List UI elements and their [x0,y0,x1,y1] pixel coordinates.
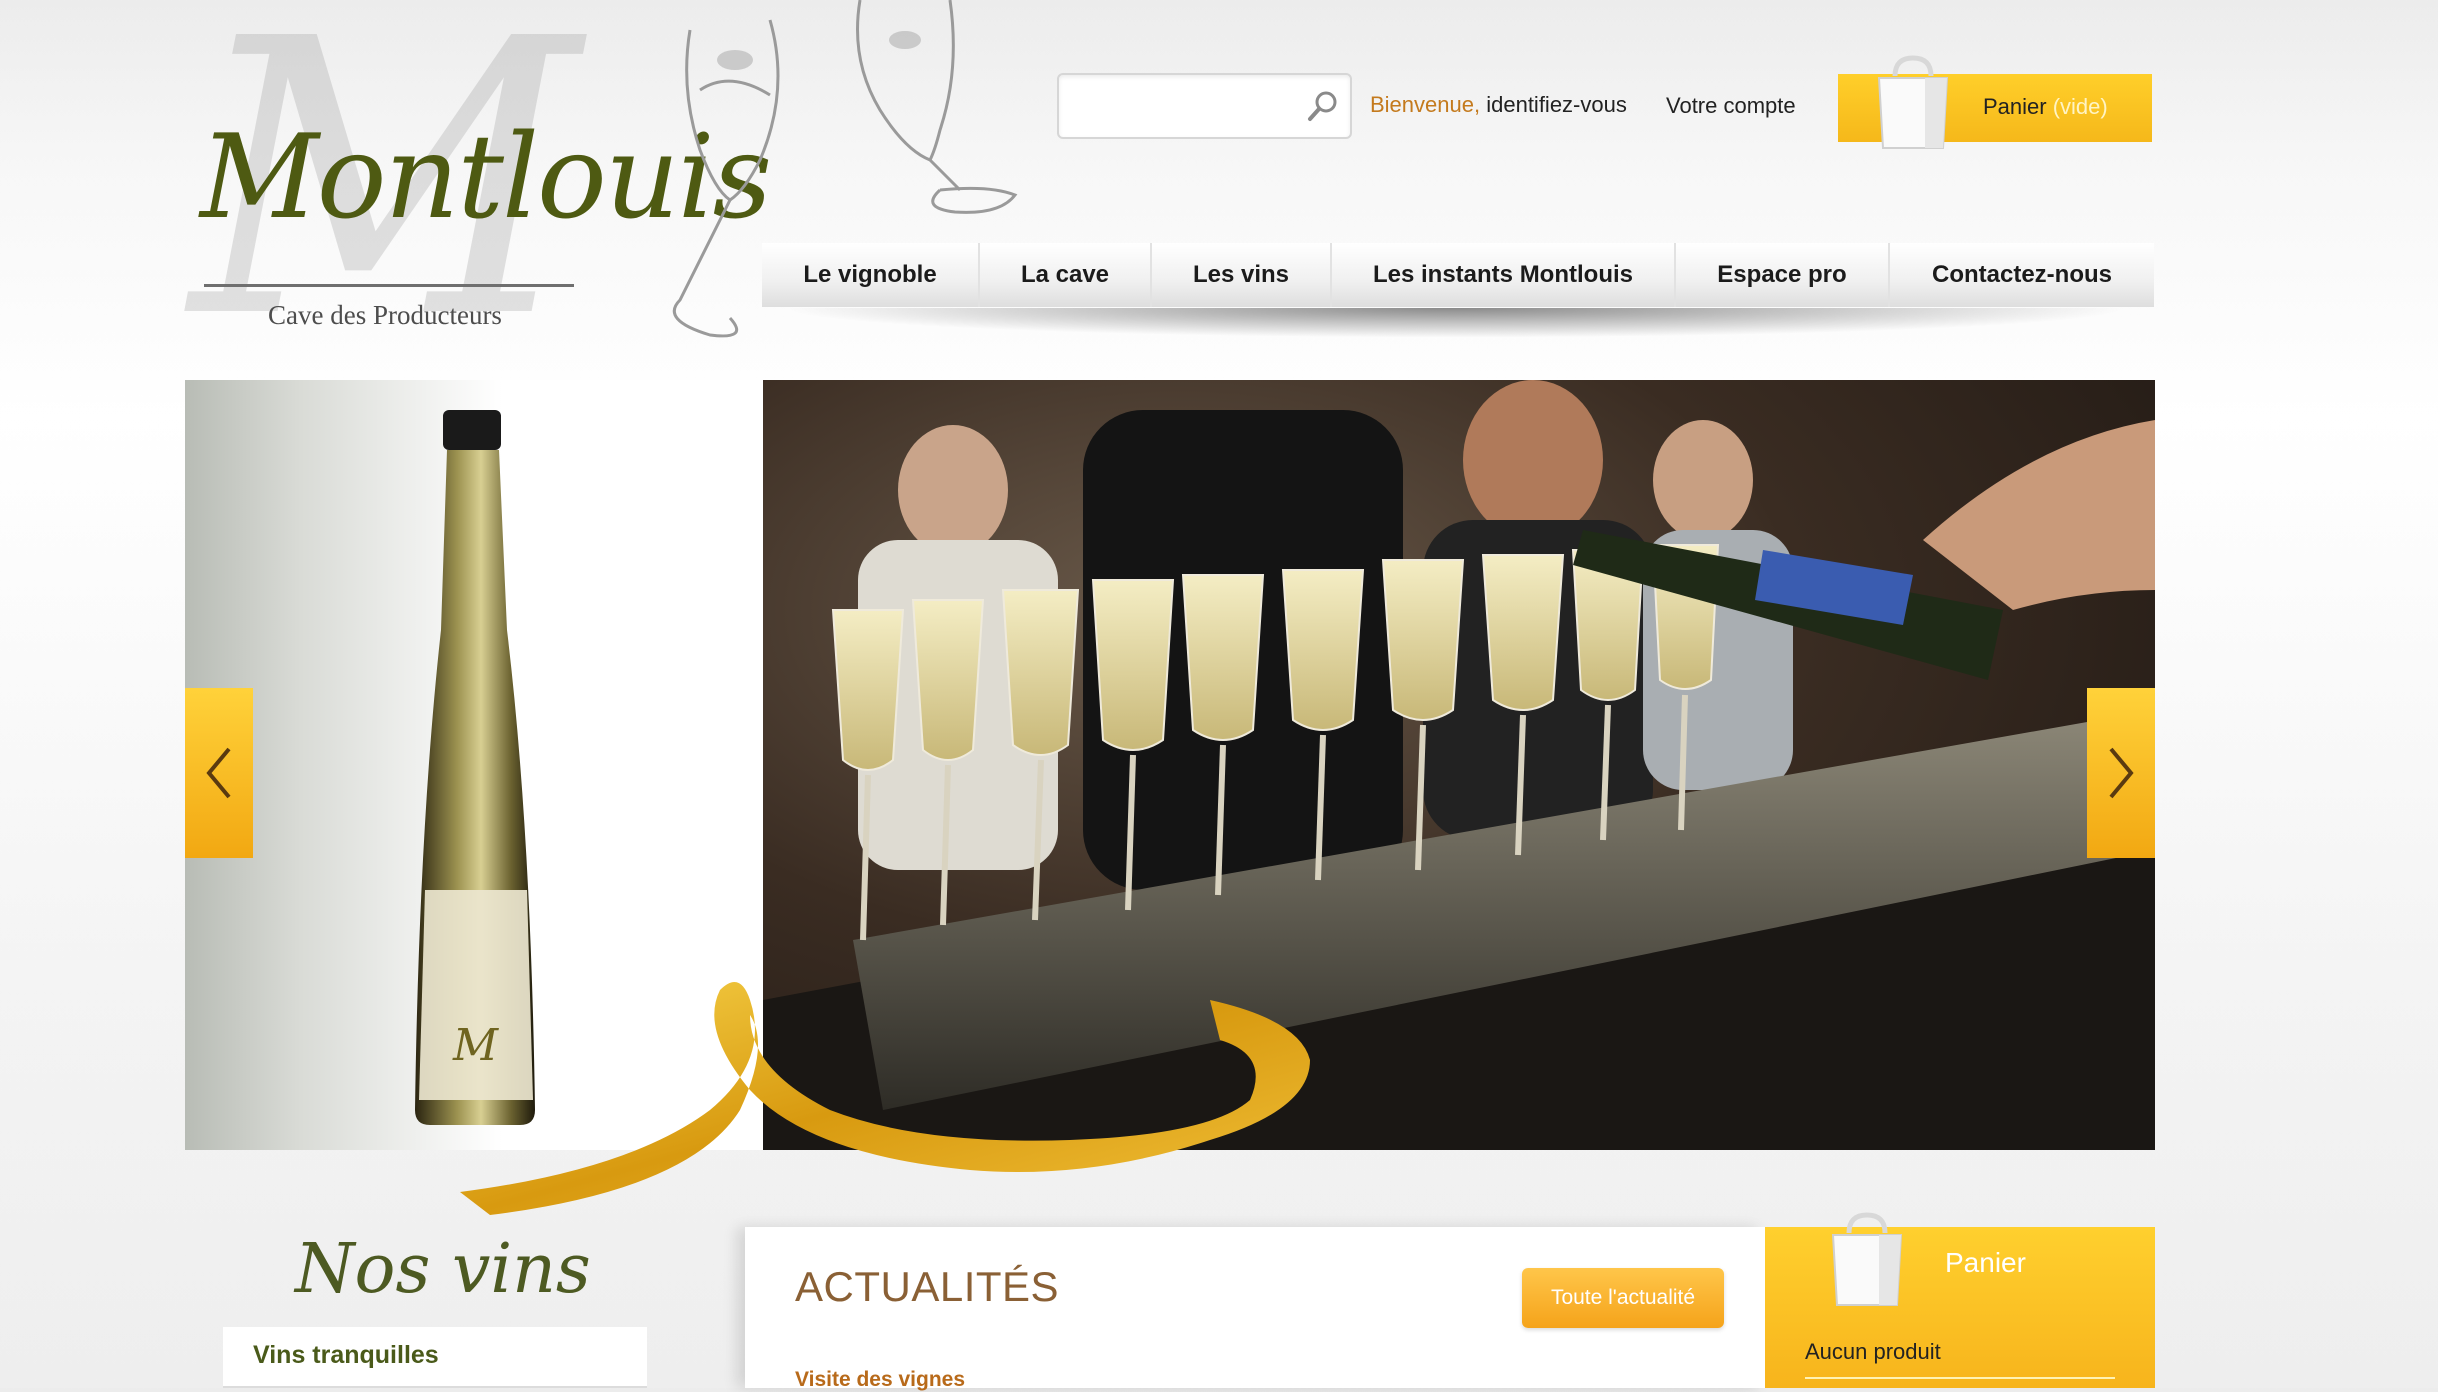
chevron-left-icon [206,747,231,799]
search-input[interactable] [1071,83,1295,127]
cart-label: Panier (vide) [1983,94,2108,120]
nav-item-vins[interactable]: Les vins [1152,243,1332,307]
shopping-bag-icon [1831,1212,1903,1306]
logo-rule [204,284,574,287]
nos-vins-heading: Nos vins [295,1230,591,1309]
login-link[interactable]: identifiez-vous [1486,92,1627,117]
welcome-text: Bienvenue, identifiez-vous [1370,92,1627,118]
account-link[interactable]: Votre compte [1666,93,1796,119]
cart-status: (vide) [2052,94,2108,119]
news-item-link[interactable]: Visite des vignes [795,1368,965,1392]
cart-empty-text: Aucun produit [1805,1339,1941,1364]
wine-category-label: Vins tranquilles [253,1341,439,1369]
nav-shadow [780,308,2130,338]
cart-panel: Panier Aucun produit [1765,1212,2155,1388]
news-heading: ACTUALITÉS [795,1263,1060,1310]
wine-category-item[interactable]: Vins tranquilles [223,1327,647,1388]
search-box[interactable] [1057,73,1352,139]
all-news-button[interactable]: Toute l'actualité [1522,1268,1724,1328]
cart-divider [1805,1377,2115,1379]
shopping-bag-icon [1877,55,1949,149]
cart-title: Panier [1983,94,2047,119]
main-nav: Le vignoble La cave Les vins Les instant… [762,243,2154,307]
nav-item-instants[interactable]: Les instants Montlouis [1332,243,1676,307]
nav-item-contact[interactable]: Contactez-nous [1890,243,2154,307]
slider-next-button[interactable] [2087,688,2155,858]
gold-ribbon-decoration [460,982,1310,1215]
cart-panel-title: Panier [1945,1247,2026,1278]
logo-tagline: Cave des Producteurs [268,300,502,330]
nav-item-cave[interactable]: La cave [980,243,1152,307]
nav-item-espace-pro[interactable]: Espace pro [1676,243,1890,307]
search-icon[interactable] [1306,89,1340,123]
site-logo[interactable]: M Montlouis Cave des Producteurs [180,0,772,380]
welcome-label: Bienvenue, [1370,92,1481,117]
cart-button[interactable]: Panier (vide) [1838,55,2152,149]
slider-prev-button[interactable] [185,688,253,858]
nav-item-vignoble[interactable]: Le vignoble [762,243,980,307]
chevron-right-icon [2109,747,2134,799]
